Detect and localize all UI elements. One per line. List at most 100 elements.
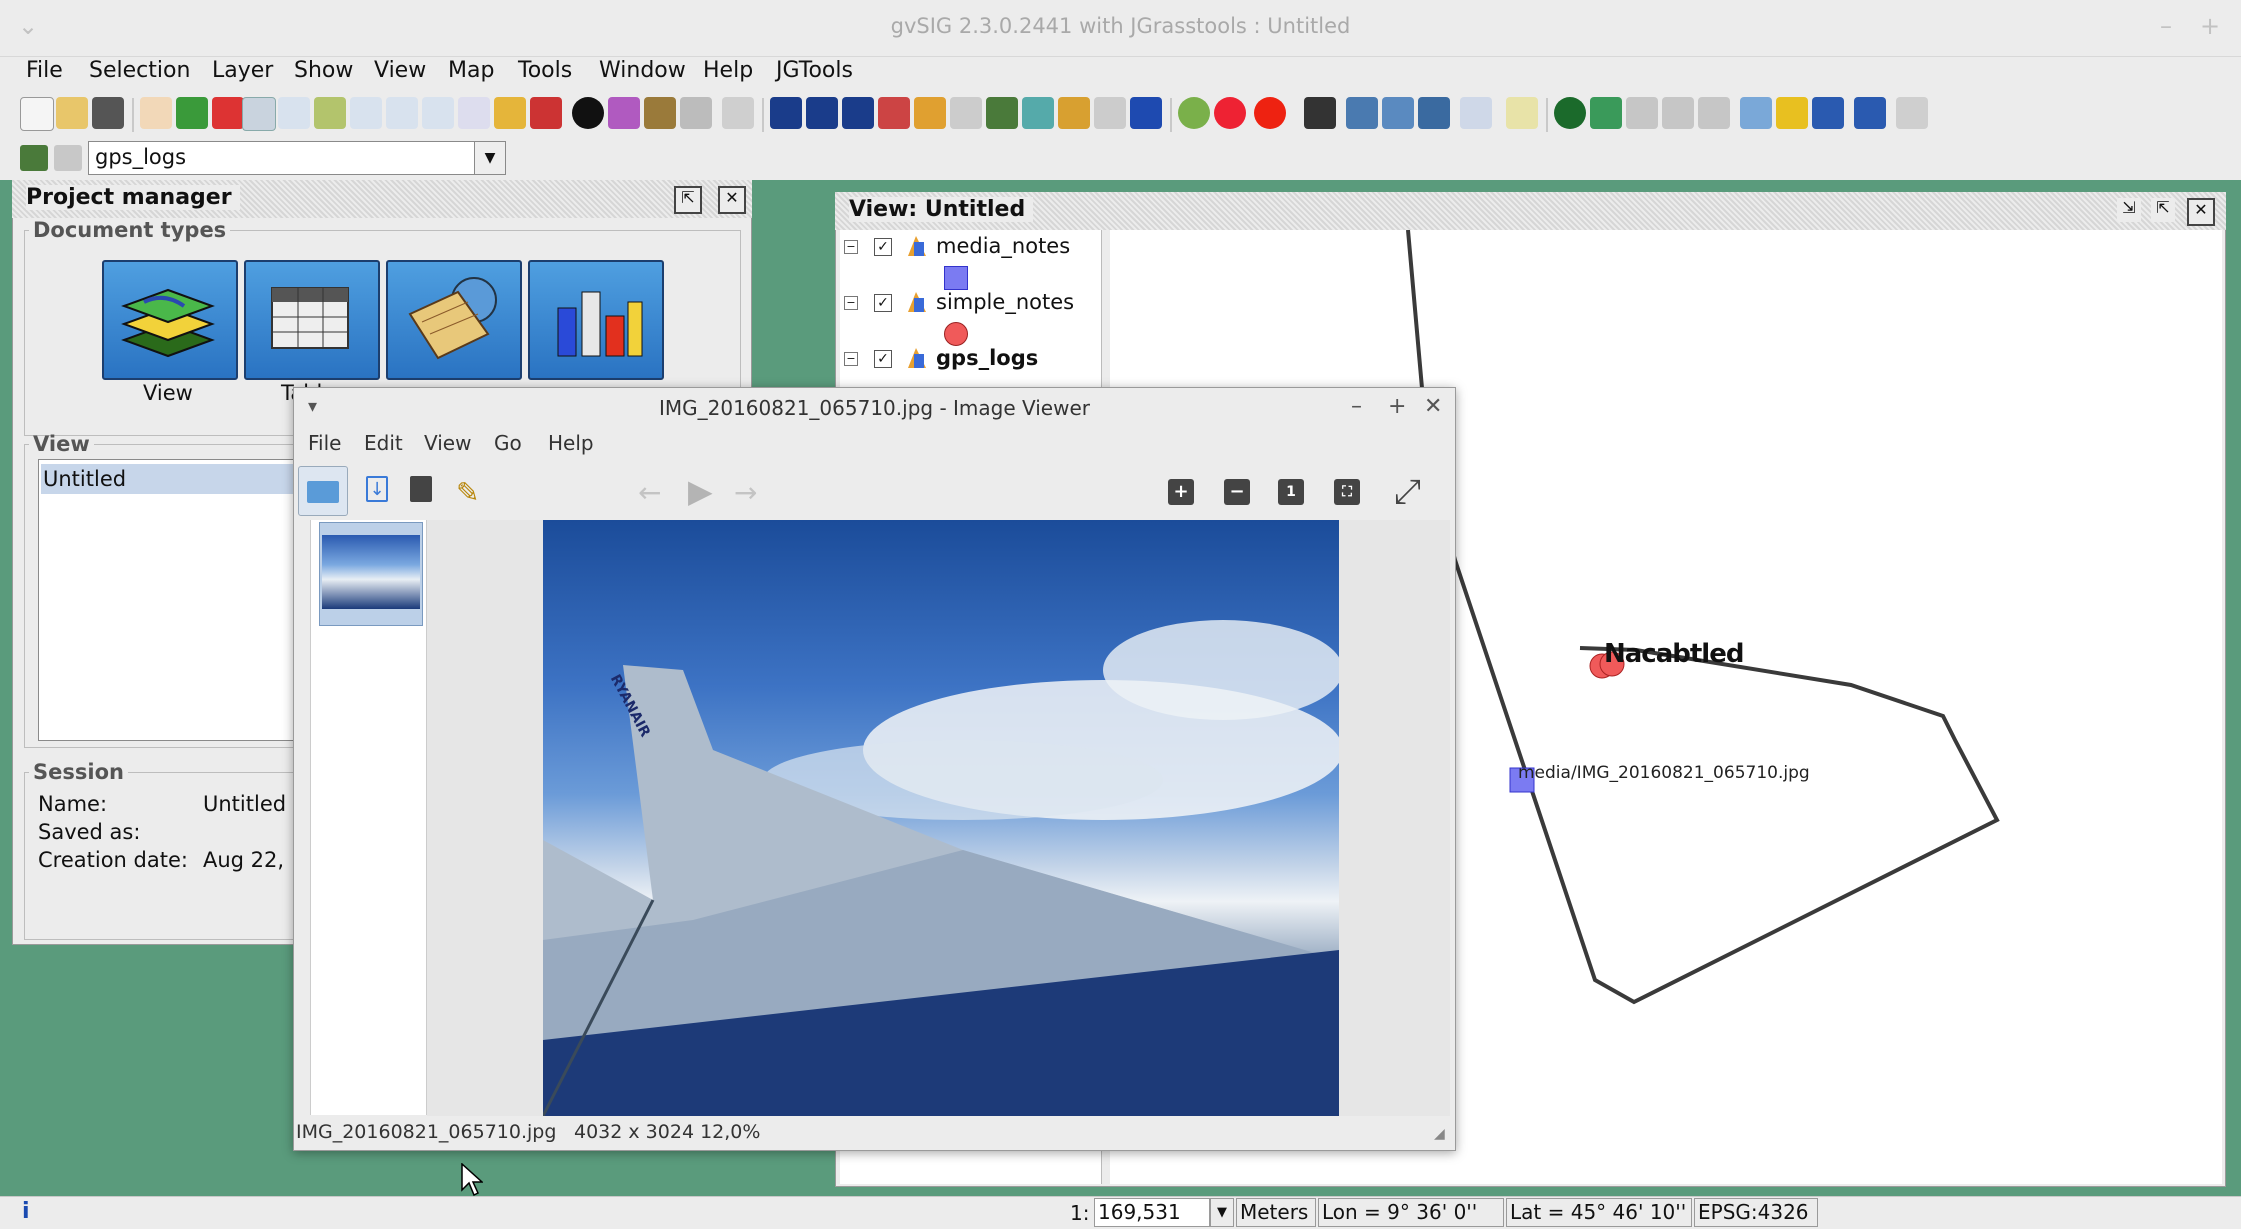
fullscreen-icon[interactable]: ⤢ <box>1394 472 1421 512</box>
grey-tool-icon[interactable] <box>1626 97 1658 129</box>
resize-grip-icon[interactable]: ◢ <box>1434 1126 1445 1142</box>
zoom-out-icon[interactable]: − <box>1224 479 1250 505</box>
select-circle-icon[interactable] <box>914 97 946 129</box>
select-rectangle-icon[interactable] <box>806 97 838 129</box>
graphics-icon[interactable] <box>722 97 754 129</box>
edit-table-icon[interactable] <box>1460 97 1492 129</box>
filter-icon[interactable] <box>1130 97 1162 129</box>
layer-name-gps-logs[interactable]: gps_logs <box>936 346 1038 370</box>
grey-layer-icon[interactable] <box>1662 97 1694 129</box>
close-icon[interactable]: ✕ <box>1424 394 1442 419</box>
undock-icon[interactable]: ⇱ <box>674 186 702 214</box>
zoom-in-icon[interactable] <box>242 97 276 131</box>
minimize-icon[interactable]: ⇲ <box>2117 198 2141 222</box>
clear-selection-icon[interactable] <box>1094 97 1126 129</box>
zoom-selection-icon[interactable] <box>212 97 244 129</box>
collapse-icon[interactable]: − <box>844 240 858 254</box>
select-polyline-icon[interactable] <box>878 97 910 129</box>
grey-export-icon[interactable] <box>1698 97 1730 129</box>
snap-icon[interactable] <box>1506 97 1538 129</box>
invert-selection-icon[interactable] <box>1058 97 1090 129</box>
layer-name-simple-notes[interactable]: simple_notes <box>936 290 1074 314</box>
iv-menu-edit[interactable]: Edit <box>364 431 403 455</box>
menu-tools[interactable]: Tools <box>518 58 572 83</box>
error-icon[interactable] <box>1254 97 1286 129</box>
tools-icon[interactable] <box>1304 97 1336 129</box>
menu-selection[interactable]: Selection <box>89 58 190 83</box>
layer-visibility-checkbox[interactable]: ✓ <box>874 238 892 256</box>
menu-window[interactable]: Window <box>599 58 686 83</box>
iv-menu-go[interactable]: Go <box>494 431 522 455</box>
gear-icon[interactable] <box>1178 97 1210 129</box>
delete-button[interactable] <box>396 466 444 514</box>
locator-map-icon[interactable] <box>530 97 562 129</box>
previous-icon[interactable]: ← <box>638 476 661 509</box>
iv-menu-view[interactable]: View <box>424 431 471 455</box>
collapse-icon[interactable]: − <box>844 296 858 310</box>
minimize-icon[interactable]: – <box>1351 394 1362 419</box>
map-document-icon[interactable] <box>386 260 522 380</box>
menu-layer[interactable]: Layer <box>212 58 273 83</box>
view-document-icon[interactable] <box>102 260 238 380</box>
scale-input[interactable]: 169,531 <box>1094 1198 1210 1227</box>
menu-view[interactable]: View <box>374 58 426 83</box>
view-list-item[interactable]: Untitled <box>41 464 297 494</box>
active-layer-select[interactable]: gps_logs ▼ <box>88 141 506 175</box>
thumbnail-scrollbar[interactable] <box>299 520 311 1115</box>
target-icon[interactable] <box>1214 97 1246 129</box>
info-icon[interactable] <box>572 97 604 129</box>
close-icon[interactable]: ✕ <box>718 186 746 214</box>
open-folder-icon[interactable] <box>56 97 88 129</box>
measure-distance-icon[interactable] <box>644 97 676 129</box>
layer-visibility-checkbox[interactable]: ✓ <box>874 294 892 312</box>
layer-order-icon[interactable] <box>494 97 526 129</box>
export-icon[interactable] <box>1382 97 1414 129</box>
iv-menu-file[interactable]: File <box>308 431 341 455</box>
chevron-down-icon[interactable]: ▼ <box>1210 1198 1234 1227</box>
zoom-fit-icon[interactable]: ⛶ <box>1334 479 1360 505</box>
zoom-extent-icon[interactable] <box>176 97 208 129</box>
zoom-in-icon[interactable]: + <box>1168 479 1194 505</box>
select-buffer-icon[interactable] <box>950 97 982 129</box>
layer-visibility-checkbox[interactable]: ✓ <box>874 350 892 368</box>
table-icon[interactable] <box>1812 97 1844 129</box>
thumbnail-item[interactable] <box>319 522 423 626</box>
download-icon[interactable] <box>1418 97 1450 129</box>
layer-name-media-notes[interactable]: media_notes <box>936 234 1070 258</box>
select-polygon-icon[interactable] <box>842 97 874 129</box>
next-icon[interactable]: → <box>734 476 757 509</box>
pan-hand-icon[interactable] <box>140 97 172 129</box>
select-icon[interactable] <box>770 97 802 129</box>
collapse-icon[interactable]: − <box>844 352 858 366</box>
maximize-icon[interactable]: + <box>2200 12 2220 40</box>
edit-button[interactable]: ✎ <box>446 466 494 514</box>
zoom-layer-icon[interactable] <box>314 97 346 129</box>
zoom-window-icon[interactable] <box>458 97 490 129</box>
chart-document-icon[interactable] <box>528 260 664 380</box>
open-folder-button[interactable] <box>298 466 348 516</box>
save-icon[interactable] <box>92 97 124 129</box>
save-button[interactable]: ↓ <box>352 466 400 514</box>
zoom-actual-icon[interactable]: 1 <box>1278 479 1304 505</box>
iv-menu-help[interactable]: Help <box>548 431 594 455</box>
table-document-icon[interactable] <box>244 260 380 380</box>
green-map-icon[interactable] <box>1590 97 1622 129</box>
layers-stack-icon[interactable] <box>20 145 48 171</box>
menu-help[interactable]: Help <box>703 58 753 83</box>
paste-icon[interactable] <box>1896 97 1928 129</box>
globe-icon[interactable] <box>1554 97 1586 129</box>
chevron-down-icon[interactable]: ▼ <box>474 142 505 174</box>
select-all-icon[interactable] <box>1022 97 1054 129</box>
measure-area-icon[interactable] <box>608 97 640 129</box>
zoom-full-icon[interactable] <box>422 97 454 129</box>
find-icon[interactable] <box>1776 97 1808 129</box>
copy-icon[interactable] <box>1740 97 1772 129</box>
zoom-next-icon[interactable] <box>386 97 418 129</box>
maximize-icon[interactable]: + <box>1388 394 1406 419</box>
hyperlink-icon[interactable] <box>680 97 712 129</box>
undock-icon[interactable]: ⇱ <box>2151 198 2175 222</box>
menu-show[interactable]: Show <box>294 58 353 83</box>
menu-map[interactable]: Map <box>448 58 494 83</box>
play-icon[interactable]: ▶ <box>688 472 713 510</box>
menu-file[interactable]: File <box>26 58 63 83</box>
